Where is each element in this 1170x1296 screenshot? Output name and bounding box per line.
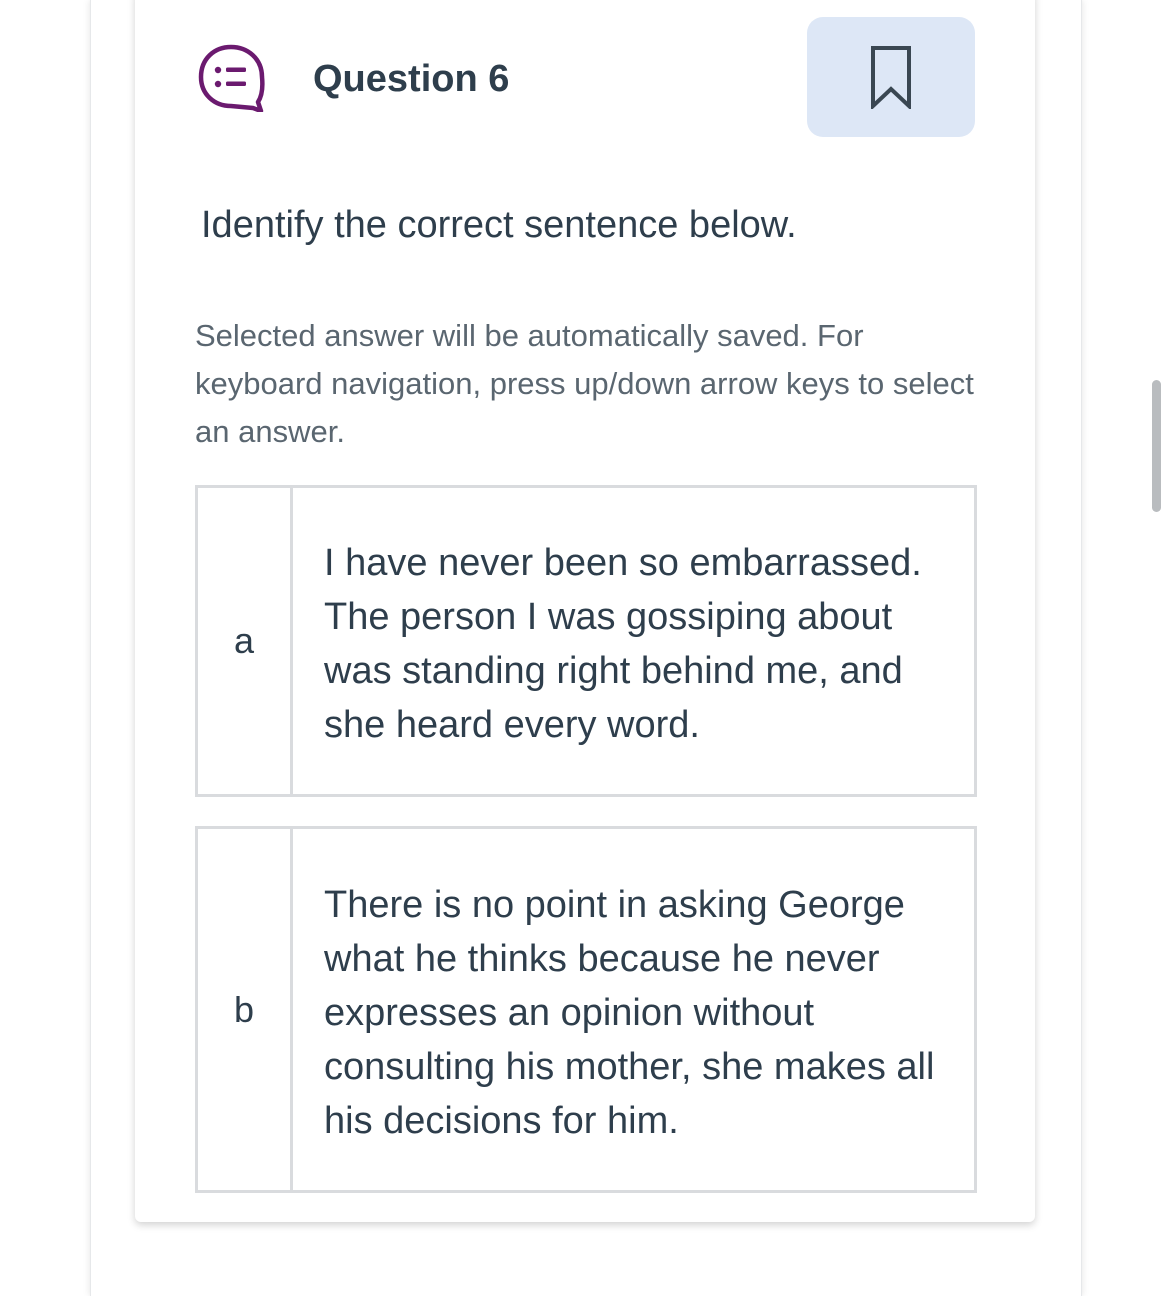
scrollbar-thumb[interactable]	[1152, 380, 1161, 512]
option-letter-cell: a	[198, 488, 293, 794]
answer-option-a[interactable]: a I have never been so embarrassed. The …	[195, 485, 977, 797]
question-prompt: Identify the correct sentence below.	[201, 204, 797, 246]
question-title: Question 6	[313, 58, 510, 100]
answer-instructions: Selected answer will be automatically sa…	[195, 318, 974, 449]
option-text: There is no point in asking George what …	[324, 884, 935, 1142]
option-letter: a	[233, 620, 255, 661]
option-letter-cell: b	[198, 829, 293, 1190]
bookmark-icon	[871, 46, 911, 109]
answer-option-b[interactable]: b There is no point in asking George wha…	[195, 826, 977, 1193]
option-letter: b	[233, 988, 255, 1030]
question-list-icon	[197, 44, 265, 114]
bookmark-button[interactable]	[807, 17, 975, 137]
option-text: I have never been so embarrassed. The pe…	[324, 542, 922, 746]
